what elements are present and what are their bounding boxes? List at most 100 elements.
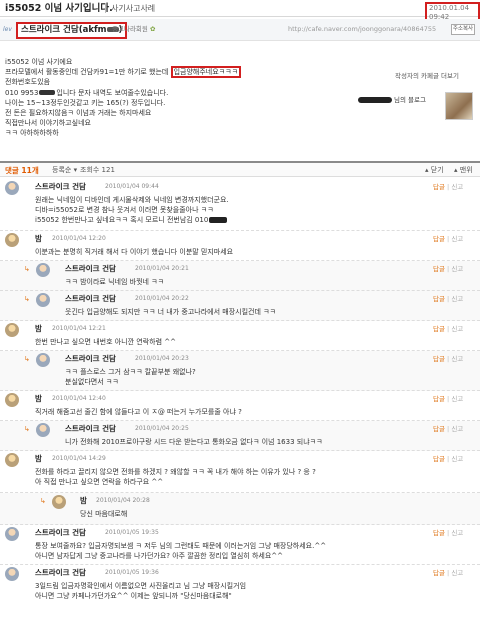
reply-link[interactable]: 답글 [433,569,445,577]
comment-count-toggle[interactable]: 댓글 11개 [5,166,39,175]
comment-date: 2010/01/04 20:22 [135,295,189,302]
avatar[interactable] [5,323,19,337]
comment-line: 3일드림 입금자명확인에서 이름없으면 사진올리고 님 그냥 매장시킬거임 [35,582,247,590]
comment-author[interactable]: 밤 [80,496,87,505]
sort-order-label: 등록순 [52,166,72,174]
reply-link[interactable]: 답글 [433,325,445,333]
comment-author[interactable]: 밤 [35,234,42,243]
cafe-url-link[interactable]: http://cafe.naver.com/joonggonara/408647… [288,25,436,33]
comment-line: 니가 전화해 2010프로아구랑 시드 다운 받는다고 통화오금 없다ㅋ 이넘 … [65,438,323,446]
comment-author[interactable]: 밤 [35,454,42,463]
author-posts-link[interactable]: 작성자의 카페글 더보기 [395,72,459,80]
comment-author[interactable]: 스트라이크 건담 [35,182,86,191]
reply-link[interactable]: 답글 [433,183,445,191]
comment-actions: 답글 | 신고 [433,265,464,273]
report-link[interactable]: 신고 [451,325,463,333]
scroll-top-button[interactable]: ▴ 맨위 [454,166,473,175]
comment-text: 한번 만나고 싶으면 내번호 아니깐 연락하렴 ^^ [35,337,435,347]
avatar[interactable] [5,567,19,581]
report-link[interactable]: 신고 [451,183,463,191]
body-line: 전화번호도있음 [5,78,51,87]
comment-date: 2010/01/04 20:28 [96,497,150,504]
body-line: 직접만나서 이야기하고싶네요 [5,119,91,128]
author-blog-link[interactable]: 님의 블로그 [358,96,426,104]
comment-line: 아 직접 만나고 싶으면 연락을 하라구요 ^^ [35,478,164,486]
reply-link[interactable]: 답글 [433,425,445,433]
reply-link[interactable]: 답글 [433,265,445,273]
comment-actions: 답글 | 신고 [433,325,464,333]
report-link[interactable]: 신고 [451,295,463,303]
comment-author[interactable]: 스트라이크 건담 [35,568,86,577]
author-name: 스트라이크 건담(akfm [21,25,107,35]
avatar[interactable] [5,393,19,407]
copy-url-button[interactable]: 주소복사 [451,24,475,35]
reply-link[interactable]: 답글 [433,235,445,243]
comment-author[interactable]: 스트라이크 건담 [35,528,86,537]
avatar[interactable] [36,353,50,367]
comment-actions: 답글 | 신고 [433,395,464,403]
author-grade: 중고나라회원 ✿ [112,25,155,33]
blog-name-label: 님의 블로그 [394,96,426,104]
close-comments-button[interactable]: ▴ 닫기 [425,166,444,175]
comment-item: 밤 2010/01/04 12:21 답글 | 신고 한번 만나고 싶으면 내번… [0,321,480,351]
reply-link[interactable]: 답글 [433,529,445,537]
reply-item: ↳ 스트라이크 건담 2010/01/04 20:25 답글 | 신고 니가 전… [0,421,480,451]
comment-line: 분실없다면서 ㅋㅋ [65,378,119,386]
reply-item: ↳ 밤 2010/01/04 20:28 당신 마음대로해 [0,493,480,525]
comment-author[interactable]: 스트라이크 건담 [65,424,116,433]
leaf-icon: ✿ [149,25,156,33]
comment-date: 2010/01/04 20:25 [135,425,189,432]
report-link[interactable]: 신고 [451,425,463,433]
post-title: i55052 이넘 사기입니다. [5,3,113,14]
comment-list: 스트라이크 건담 2010/01/04 09:44 답글 | 신고 원래는 닉네… [0,179,480,605]
comment-author[interactable]: 밤 [35,324,42,333]
report-link[interactable]: 신고 [451,395,463,403]
report-link[interactable]: 신고 [451,455,463,463]
level-icon: lev [3,26,12,33]
report-link[interactable]: 신고 [451,355,463,363]
comment-line: ㅋㅋ 플스로스 그거 삼ㅋㅋ 칼끝부분 왜없나? [65,368,196,376]
avatar[interactable] [36,423,50,437]
avatar[interactable] [36,263,50,277]
post-title-bar: i55052 이넘 사기입니다. 사기사고사례 2010.01.04 09:42 [0,0,480,24]
close-label: 닫기 [430,166,444,174]
comment-text: ㅋㅋ 밤이라료 닉네임 바꿧네 ㅋㅋ [65,277,465,287]
reply-link[interactable]: 답글 [433,395,445,403]
avatar[interactable] [5,527,19,541]
report-link[interactable]: 신고 [451,265,463,273]
reply-arrow-icon: ↳ [40,497,46,505]
comment-line: 한번 만나고 싶으면 내번호 아니깐 연락하렴 ^^ [35,338,177,346]
view-count: 조회수 121 [80,166,115,174]
post-category-link[interactable]: 사기사고사례 [111,4,155,14]
reply-item: ↳ 스트라이크 건담 2010/01/04 20:22 답글 | 신고 웃긴다 … [0,291,480,321]
avatar[interactable] [5,181,19,195]
avatar[interactable] [5,233,19,247]
report-link[interactable]: 신고 [451,529,463,537]
report-link[interactable]: 신고 [451,235,463,243]
comment-line: 이분과는 분명히 직거래 해서 다 이야기 했습니다 이분말 믿지마세요 [35,248,234,256]
comment-text: 니가 전화해 2010프로아구랑 시드 다운 받는다고 통화오금 없다ㅋ 이넘 … [65,437,465,447]
blog-thumbnail-image[interactable] [445,92,473,120]
sort-order-dropdown[interactable]: 등록순 ▾ [52,166,77,175]
reply-item: ↳ 스트라이크 건담 2010/01/04 20:23 답글 | 신고 ㅋㅋ 플… [0,351,480,391]
reply-link[interactable]: 답글 [433,455,445,463]
avatar[interactable] [5,453,19,467]
comment-author[interactable]: 밤 [35,394,42,403]
body-line: 나이는 15~13정두인것같고 키는 165(?) 정두입니다. [5,98,166,107]
comment-line: 아니면 그냥 카페나가던가요^^ 이제는 앞되니까 "당신마음대로해" [35,592,232,600]
report-link[interactable]: 신고 [451,569,463,577]
author-nickname-link[interactable]: 스트라이크 건담(akfm) [16,22,128,39]
comment-author[interactable]: 스트라이크 건담 [65,354,116,363]
reply-link[interactable]: 답글 [433,295,445,303]
avatar[interactable] [36,293,50,307]
body-text: 입니다 문자 내역도 보여줄수있습니다. [56,88,169,97]
comment-author[interactable]: 스트라이크 건담 [65,264,116,273]
comment-date: 2010/01/04 20:23 [135,355,189,362]
comment-author[interactable]: 스트라이크 건담 [65,294,116,303]
comment-text: 원래는 닉네임이 디바인데 게시물삭제와 닉네임 변경까지했더군요. 디바=i5… [35,195,435,225]
comment-actions: 답글 | 신고 [433,569,464,577]
avatar[interactable] [52,495,66,509]
reply-link[interactable]: 답글 [433,355,445,363]
comment-date: 2010/01/04 20:21 [135,265,189,272]
highlighted-text: 입금양해주네요ㅋㅋㅋ [170,66,242,79]
